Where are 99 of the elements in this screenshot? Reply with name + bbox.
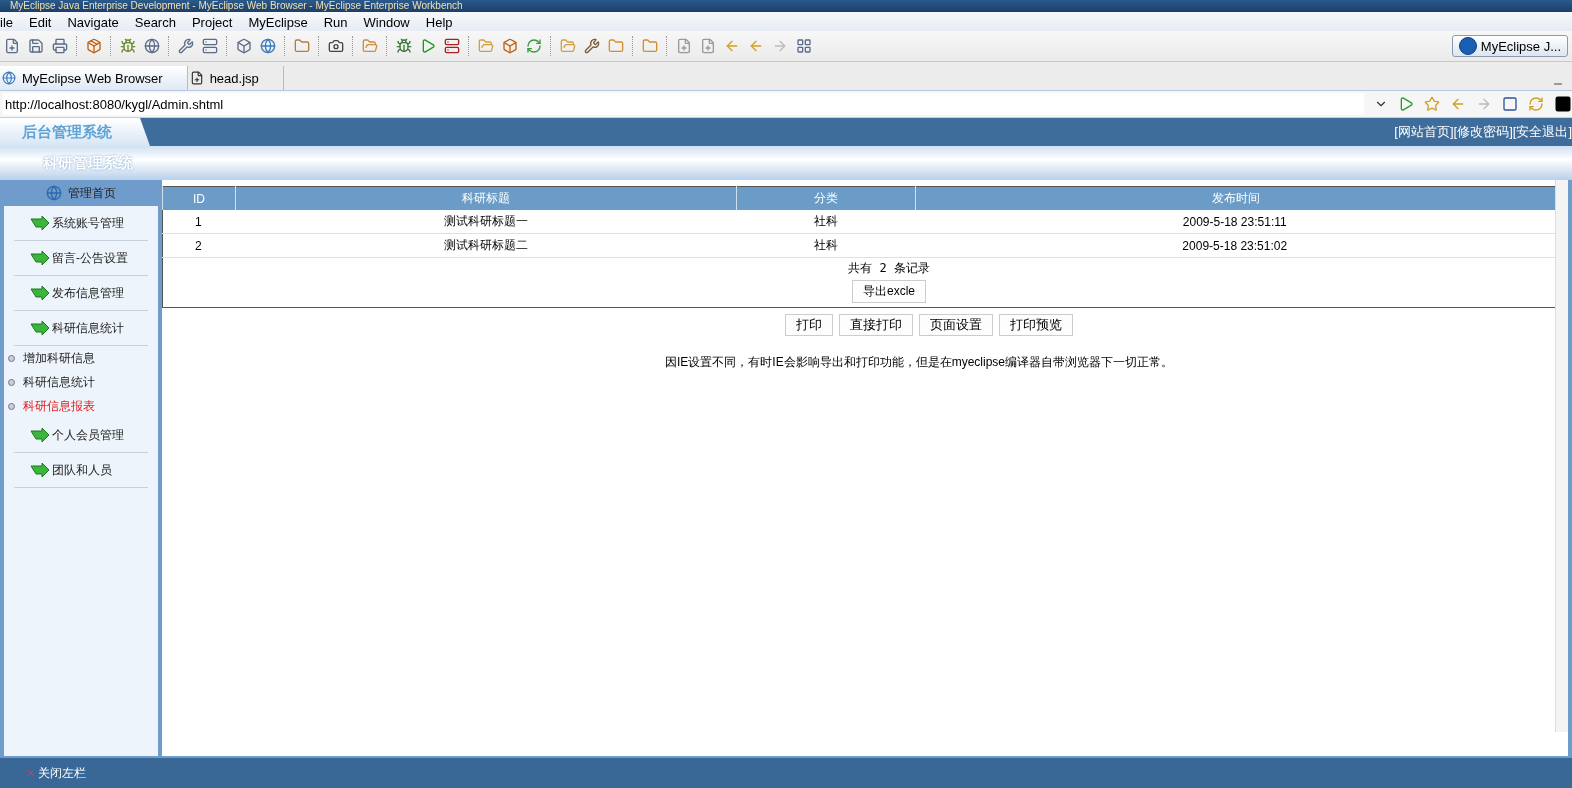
arrow-icon — [30, 321, 50, 335]
perspective-button[interactable]: MyEclipse J... — [1451, 35, 1568, 57]
window-title: MyEclipse Java Enterprise Development - MyEclipse Web Browser - MyEclipse Enterprise Workbench — [0, 0, 1572, 12]
sidebar-item[interactable]: 发布信息管理 — [14, 276, 148, 311]
menu-item[interactable]: ile — [0, 14, 21, 30]
square-icon — [1554, 95, 1572, 113]
arrow-icon — [30, 428, 50, 442]
record-count: 共有 2 条记录 — [847, 260, 931, 277]
menu-item[interactable]: Window — [355, 14, 418, 30]
sidebar-subitem[interactable]: 增加科研信息 — [8, 346, 148, 370]
globe-icon[interactable] — [144, 38, 160, 54]
forward-icon[interactable] — [1476, 96, 1492, 112]
menu-item[interactable]: MyEclipse — [240, 14, 316, 30]
menu-item[interactable]: Edit — [21, 14, 60, 30]
table-cell: 测试科研标题一 — [235, 210, 737, 234]
bug-icon[interactable] — [396, 38, 412, 54]
table-cell: 社科 — [736, 233, 916, 258]
table-cell: 2009-5-18 23:51:02 — [915, 233, 1556, 258]
system-title: 科研管理系统 — [43, 153, 133, 173]
sidebar-subitem[interactable]: 科研信息报表 — [8, 394, 148, 418]
close-sidebar-link[interactable]: 关闭左栏 — [38, 764, 86, 782]
back-icon[interactable] — [748, 38, 764, 54]
sidebar-item[interactable]: 留言-公告设置 — [14, 241, 148, 276]
folder-icon[interactable] — [608, 38, 624, 54]
stop-icon[interactable] — [1502, 96, 1518, 112]
save-icon[interactable] — [28, 38, 44, 54]
server-icon[interactable] — [444, 38, 460, 54]
table-cell: 2 — [162, 233, 236, 258]
menu-item[interactable]: Navigate — [59, 14, 127, 30]
bullet-icon — [8, 378, 15, 386]
camera-icon[interactable] — [328, 38, 344, 54]
bullet-icon — [8, 402, 15, 410]
header-link[interactable]: [修改密码] — [1453, 123, 1513, 141]
table-cell: 2009-5-18 23:51:11 — [915, 210, 1556, 234]
print-button[interactable]: 直接打印 — [839, 314, 913, 336]
wrench-icon[interactable] — [178, 38, 194, 54]
file-icon[interactable] — [700, 38, 716, 54]
bug-icon[interactable] — [120, 38, 136, 54]
print-button[interactable]: 打印 — [785, 314, 833, 336]
sidebar-item[interactable]: 团队和人员 — [14, 453, 148, 488]
column-header: 分类 — [736, 186, 916, 210]
header-link[interactable]: [网站首页] — [1394, 123, 1454, 141]
star-icon[interactable] — [1424, 96, 1440, 112]
print-button[interactable]: 页面设置 — [919, 314, 993, 336]
table-cell: 测试科研标题二 — [235, 233, 737, 258]
logo-icon — [1458, 37, 1477, 55]
back-icon[interactable] — [1450, 96, 1466, 112]
header-link[interactable]: [安全退出] — [1512, 123, 1572, 141]
run-icon[interactable] — [420, 38, 436, 54]
notice-text: 因IE设置不同，有时IE会影响导出和打印功能，但是在myeclipse编译器自带浏览器下一切正常。 — [664, 354, 1174, 371]
sidebar-subitem[interactable]: 科研信息统计 — [8, 370, 148, 394]
table-cell: 社科 — [736, 210, 916, 234]
tab-label: head.jsp — [209, 70, 259, 86]
site-logo: 后台管理系统 — [0, 118, 150, 146]
file-icon — [189, 71, 204, 85]
menu-item[interactable]: Project — [183, 14, 241, 30]
file-icon[interactable] — [676, 38, 692, 54]
printer-icon[interactable] — [52, 38, 68, 54]
go-icon[interactable] — [1398, 96, 1414, 112]
bullet-icon — [8, 354, 15, 362]
column-header: 发布时间 — [915, 186, 1556, 210]
box-icon[interactable] — [236, 38, 252, 54]
layout-icon[interactable] — [796, 38, 812, 54]
column-header: ID — [162, 186, 236, 210]
menu-item[interactable]: Run — [315, 14, 356, 30]
folder-icon[interactable] — [362, 38, 378, 54]
export-button[interactable]: 导出excle — [852, 280, 926, 303]
column-header: 科研标题 — [235, 186, 737, 210]
file-plus-icon[interactable] — [4, 38, 20, 54]
back-icon[interactable] — [724, 38, 740, 54]
print-button[interactable]: 打印预览 — [999, 314, 1073, 336]
forward-icon[interactable] — [772, 38, 788, 54]
globe-icon[interactable] — [260, 38, 276, 54]
refresh-icon[interactable] — [1528, 96, 1544, 112]
menu-item[interactable]: Help — [417, 14, 461, 30]
globe-icon — [2, 71, 16, 85]
arrow-icon — [30, 216, 50, 230]
tab-label: MyEclipse Web Browser — [22, 70, 163, 86]
menu-item[interactable]: Search — [126, 14, 184, 30]
folder-icon[interactable] — [478, 38, 494, 54]
refresh-icon[interactable] — [526, 38, 542, 54]
folder-icon[interactable] — [294, 38, 310, 54]
arrow-icon — [30, 251, 50, 265]
arrow-icon — [30, 286, 50, 300]
arrow-icon — [30, 463, 50, 477]
close-icon — [28, 770, 34, 776]
sidebar-item[interactable]: 个人会员管理 — [14, 418, 148, 453]
scrollbar[interactable] — [1555, 180, 1568, 732]
folder-icon[interactable] — [642, 38, 658, 54]
server-icon[interactable] — [202, 38, 218, 54]
sidebar-item[interactable]: 系统账号管理 — [14, 206, 148, 241]
sidebar-item[interactable]: 科研信息统计 — [14, 311, 148, 346]
table-cell: 1 — [162, 210, 236, 234]
home-link[interactable]: 管理首页 — [68, 184, 116, 202]
box-icon[interactable] — [502, 38, 518, 54]
folder-icon[interactable] — [560, 38, 576, 54]
package-icon[interactable] — [86, 38, 102, 54]
editor-tab[interactable]: MyEclipse Web Browser — [0, 66, 188, 90]
address-field[interactable]: http://localhost:8080/kygl/Admin.shtml — [3, 93, 1364, 115]
